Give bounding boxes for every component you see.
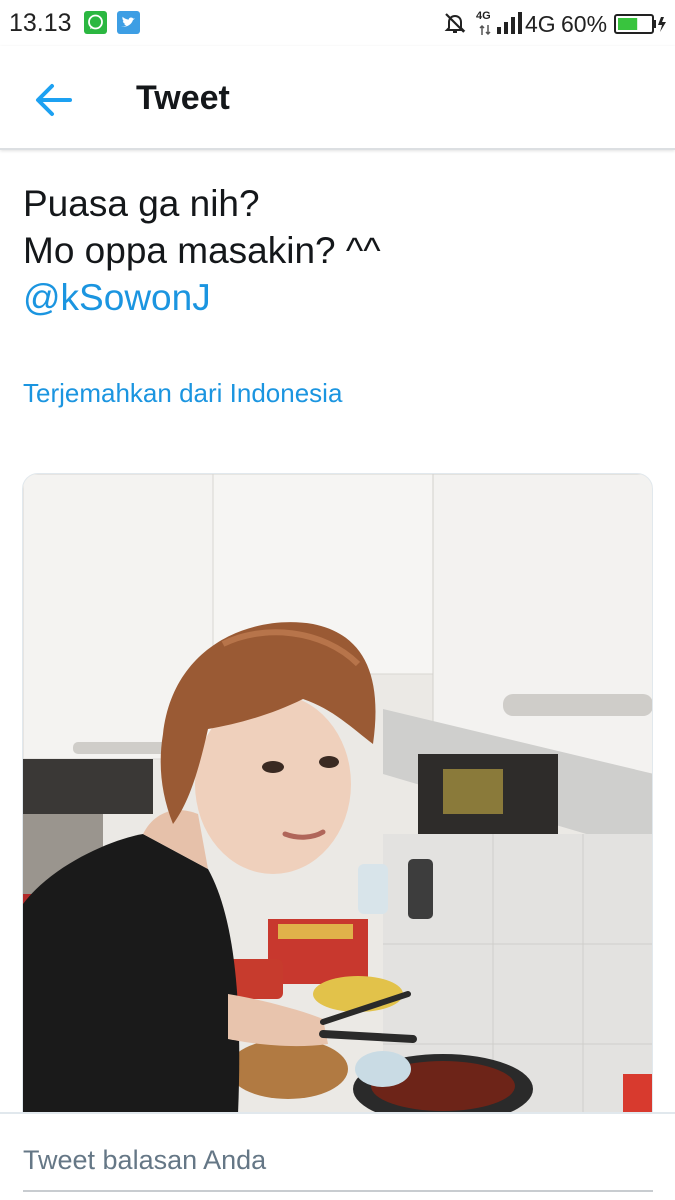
network-type: 4G <box>525 11 556 37</box>
signal-icon <box>497 12 525 34</box>
status-bar: 13.13 4G 4G 60% <box>0 0 675 46</box>
tweet-line: Puasa ga nih? <box>23 183 260 224</box>
translate-link[interactable]: Terjemahkan dari Indonesia <box>23 378 342 409</box>
page-title: Tweet <box>136 79 230 117</box>
battery-icon <box>614 14 668 34</box>
reply-bar <box>0 1112 675 1200</box>
reply-input[interactable] <box>23 1140 653 1192</box>
tweet-text: Puasa ga nih? Mo oppa masakin? ^^ @kSowo… <box>23 180 643 321</box>
tweet-photo[interactable] <box>22 473 653 1113</box>
status-time: 13.13 <box>9 9 72 37</box>
data-arrows-icon <box>478 23 492 37</box>
whatsapp-icon <box>84 11 107 34</box>
mention-link[interactable]: @kSowonJ <box>23 274 643 321</box>
twitter-icon <box>117 11 140 34</box>
back-button[interactable] <box>32 78 82 122</box>
network-type-small: 4G <box>476 10 491 22</box>
battery-percent: 60% <box>561 11 608 37</box>
mute-bell-icon <box>443 11 467 35</box>
tweet-line: Mo oppa masakin? ^^ <box>23 230 381 271</box>
app-bar: Tweet <box>0 46 675 150</box>
arrow-left-icon <box>32 84 76 126</box>
